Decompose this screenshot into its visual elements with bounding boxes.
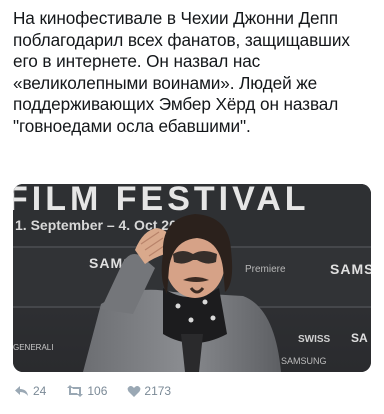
sponsor-logo: SAMS <box>330 261 371 277</box>
retweet-button[interactable]: 106 <box>66 384 107 398</box>
reply-icon <box>15 386 28 396</box>
sponsor-logo: Premiere <box>245 264 286 275</box>
photo-scene: FILM FESTIVAL 1. September – 4. Oct 2020… <box>13 184 371 372</box>
retweet-count: 106 <box>87 384 108 398</box>
sponsor-logo: SA <box>351 331 368 345</box>
banner-title: FILM FESTIVAL <box>13 184 310 218</box>
like-count: 2173 <box>144 384 172 398</box>
heart-icon <box>128 385 141 397</box>
reply-count: 24 <box>33 384 47 398</box>
retweet-icon <box>67 385 84 397</box>
sponsor-logo: SWISS <box>298 334 331 345</box>
tweet-photo[interactable]: FILM FESTIVAL 1. September – 4. Oct 2020… <box>13 184 371 372</box>
tweet-text: На кинофестивале в Чехии Джонни Депп поб… <box>13 8 350 136</box>
banner-dates: 1. September – 4. Oct 2020 <box>15 217 193 233</box>
tweet-actions: 24 106 2173 <box>14 383 191 399</box>
sponsor-logo: GENERALI <box>13 343 53 352</box>
like-button[interactable]: 2173 <box>127 384 171 398</box>
reply-button[interactable]: 24 <box>14 384 46 398</box>
sponsor-logo: SAMSUNG <box>281 356 327 366</box>
